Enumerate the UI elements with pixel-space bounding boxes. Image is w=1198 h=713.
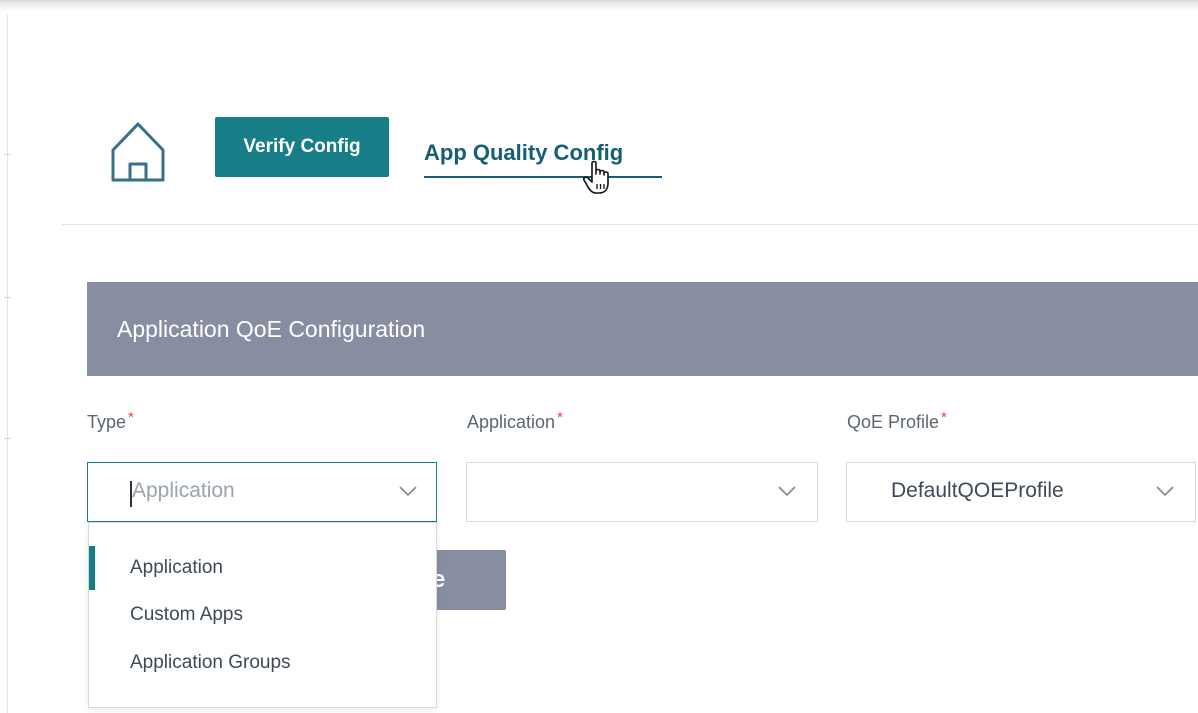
- chevron-down-icon[interactable]: [778, 485, 796, 497]
- hand-cursor-icon: [583, 160, 609, 194]
- type-label: Type *: [87, 409, 134, 432]
- top-bar-shadow: [0, 0, 1198, 12]
- home-icon: [111, 122, 165, 182]
- section-header: Application QoE Configuration: [87, 282, 1198, 376]
- section-title: Application QoE Configuration: [117, 315, 426, 342]
- type-select-placeholder: Application: [132, 479, 235, 502]
- application-label: Application *: [467, 409, 563, 432]
- dropdown-option-custom-apps[interactable]: Custom Apps: [89, 593, 436, 637]
- chevron-down-icon[interactable]: [399, 485, 417, 497]
- required-mark: *: [557, 409, 563, 426]
- chevron-down-icon[interactable]: [1156, 485, 1174, 497]
- type-select[interactable]: Application: [87, 462, 437, 522]
- header-divider: [62, 224, 1198, 225]
- application-select[interactable]: [466, 462, 818, 522]
- home-button[interactable]: [110, 120, 166, 184]
- tab-app-quality-config[interactable]: App Quality Config: [424, 134, 662, 178]
- qoe-profile-select[interactable]: DefaultQOEProfile: [846, 462, 1196, 522]
- required-mark: *: [128, 409, 134, 426]
- verify-config-button[interactable]: Verify Config: [215, 117, 389, 177]
- left-rail: [7, 14, 8, 713]
- qoe-profile-select-value: DefaultQOEProfile: [891, 479, 1064, 502]
- rail-tick: [4, 438, 11, 439]
- required-mark: *: [941, 409, 947, 426]
- type-dropdown-menu: Application Custom Apps Application Grou…: [88, 522, 437, 708]
- rail-tick: [4, 297, 11, 298]
- dropdown-option-application[interactable]: Application: [89, 546, 436, 590]
- rail-tick: [4, 154, 11, 155]
- dropdown-option-application-groups[interactable]: Application Groups: [89, 641, 436, 685]
- qoe-profile-label: QoE Profile *: [847, 409, 947, 432]
